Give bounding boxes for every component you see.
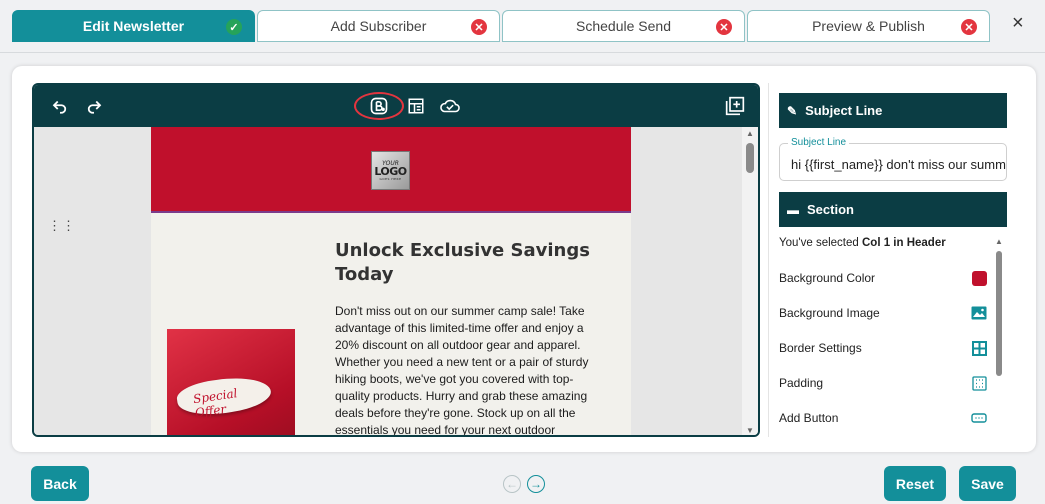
property-label: Background Color — [779, 271, 876, 285]
step-tabs: Edit Newsletter ✓ Add Subscriber ✕ Sched… — [12, 10, 990, 42]
tab-label: Add Subscriber — [330, 18, 427, 34]
email-header-section[interactable]: YOUR LOGO GOES HERE — [151, 127, 631, 213]
tab-edit-newsletter[interactable]: Edit Newsletter ✓ — [12, 10, 255, 42]
property-label: Background Image — [779, 306, 880, 320]
error-x-icon: ✕ — [716, 19, 732, 35]
check-icon: ✓ — [226, 19, 242, 35]
image-icon[interactable] — [971, 305, 987, 321]
field-label: Subject Line — [788, 137, 850, 148]
subject-line-field[interactable]: Subject Line — [779, 137, 1007, 181]
tab-preview-publish[interactable]: Preview & Publish ✕ — [747, 10, 990, 42]
error-x-icon: ✕ — [961, 19, 977, 35]
scroll-down-icon[interactable]: ▼ — [746, 426, 754, 435]
property-label: Border Settings — [779, 341, 862, 355]
prev-page-icon[interactable]: ← — [503, 475, 521, 493]
email-editor: ⋮⋮ YOUR LOGO GOES HERE Special Offer Unl… — [32, 83, 760, 437]
redo-icon[interactable] — [84, 96, 104, 116]
logo[interactable]: YOUR LOGO GOES HERE — [371, 151, 410, 190]
color-swatch-icon[interactable] — [971, 270, 987, 286]
scroll-up-icon[interactable]: ▲ — [746, 129, 754, 138]
email-preview[interactable]: YOUR LOGO GOES HERE Special Offer Unlock… — [151, 127, 631, 435]
error-x-icon: ✕ — [471, 19, 487, 35]
next-page-icon[interactable]: → — [527, 475, 545, 493]
tab-add-subscriber[interactable]: Add Subscriber ✕ — [257, 10, 500, 42]
brand-icon[interactable] — [354, 92, 404, 120]
header-label: Section — [807, 202, 854, 217]
promo-image[interactable]: Special Offer — [167, 329, 295, 435]
selection-status: You've selected Col 1 in Header — [779, 237, 946, 249]
padding-row[interactable]: Padding — [779, 373, 987, 393]
border-settings-row[interactable]: Border Settings — [779, 338, 987, 358]
border-grid-icon[interactable] — [971, 340, 987, 356]
promo-tear: Special Offer — [175, 372, 273, 421]
background-color-row[interactable]: Background Color — [779, 268, 987, 288]
back-button[interactable]: Back — [31, 466, 89, 501]
divider — [0, 52, 1045, 53]
scroll-thumb[interactable] — [746, 143, 754, 173]
undo-icon[interactable] — [50, 96, 70, 116]
property-label: Padding — [779, 376, 824, 390]
editor-scrollbar[interactable]: ▲ ▼ — [742, 127, 758, 435]
reset-button[interactable]: Reset — [884, 466, 946, 501]
logo-text: GOES HERE — [379, 177, 402, 181]
header-label: Subject Line — [805, 103, 883, 118]
button-icon[interactable] — [971, 410, 987, 426]
section-icon: ▬ — [787, 202, 799, 217]
pencil-icon: ✎ — [787, 103, 798, 118]
template-icon[interactable] — [406, 96, 426, 116]
scroll-up-icon[interactable]: ▲ — [995, 237, 1003, 246]
promo-text: Special Offer — [192, 386, 239, 421]
save-button[interactable]: Save — [959, 466, 1016, 501]
drag-handle-icon[interactable]: ⋮⋮ — [48, 219, 76, 232]
tab-label: Edit Newsletter — [82, 18, 185, 34]
scroll-thumb[interactable] — [996, 251, 1002, 376]
email-title[interactable]: Unlock Exclusive Savings Today — [335, 239, 595, 287]
tab-schedule-send[interactable]: Schedule Send ✕ — [502, 10, 745, 42]
subject-line-input[interactable] — [780, 152, 1006, 176]
background-image-row[interactable]: Background Image — [779, 303, 987, 323]
padding-icon[interactable] — [971, 375, 987, 391]
email-body[interactable]: Don't miss out on our summer camp sale! … — [335, 303, 597, 435]
panel-scrollbar[interactable]: ▲ — [995, 237, 1003, 437]
tab-label: Schedule Send — [576, 18, 671, 34]
cloud-icon[interactable] — [438, 96, 462, 116]
close-icon[interactable]: × — [1012, 12, 1024, 35]
properties-panel: ✎ Subject Line Subject Line ▬ Section Yo… — [768, 83, 1016, 437]
property-label: Add Button — [779, 411, 839, 425]
selection-target: Col 1 in Header — [861, 237, 946, 249]
editor-toolbar — [34, 85, 758, 127]
subject-line-header: ✎ Subject Line — [779, 93, 1007, 128]
selection-prefix: You've selected — [779, 237, 862, 249]
editor-canvas[interactable]: ⋮⋮ YOUR LOGO GOES HERE Special Offer Unl… — [34, 127, 746, 435]
add-block-icon[interactable] — [724, 95, 746, 117]
section-header: ▬ Section — [779, 192, 1007, 227]
tab-label: Preview & Publish — [812, 18, 925, 34]
add-button-row[interactable]: Add Button — [779, 408, 987, 428]
logo-text: LOGO — [374, 165, 407, 178]
